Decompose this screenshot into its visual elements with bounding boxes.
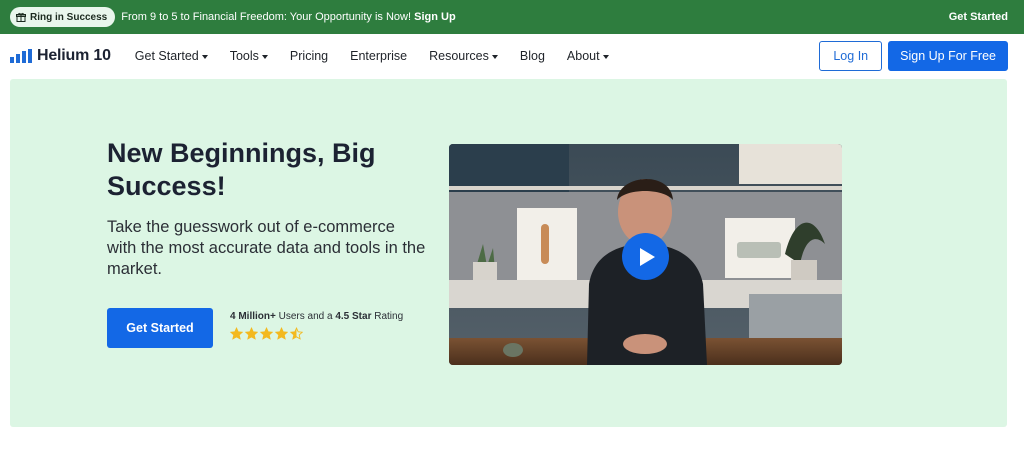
star-full-icon xyxy=(275,327,288,340)
rating-block: 4 Million+ Users and a 4.5 Star Rating xyxy=(230,311,403,340)
hero-section: New Beginnings, Big Success! Take the gu… xyxy=(10,79,1007,427)
nav-item-resources[interactable]: Resources xyxy=(429,49,498,63)
logo[interactable]: Helium 10 xyxy=(10,47,111,65)
star-rating xyxy=(230,327,403,340)
promo-bar: Ring in Success From 9 to 5 to Financial… xyxy=(0,0,1024,34)
rating-text: 4 Million+ Users and a 4.5 Star Rating xyxy=(230,311,404,322)
nav-item-enterprise[interactable]: Enterprise xyxy=(350,49,407,63)
star-full-icon xyxy=(230,327,243,340)
nav-item-blog[interactable]: Blog xyxy=(520,49,545,63)
logo-text: Helium 10 xyxy=(37,47,111,64)
hero-subtitle: Take the guesswork out of e-commerce wit… xyxy=(107,218,426,278)
nav-item-tools[interactable]: Tools xyxy=(230,49,268,63)
promo-text: From 9 to 5 to Financial Freedom: Your O… xyxy=(121,11,415,23)
main-nav: Helium 10 Get Started Tools Pricing Ente… xyxy=(0,34,1024,78)
logo-bars-icon xyxy=(10,49,32,63)
promo-badge-label: Ring in Success xyxy=(30,11,108,23)
play-icon xyxy=(640,247,655,266)
caret-down-icon xyxy=(261,54,268,59)
hero-title: New Beginnings, Big Success! xyxy=(107,138,376,201)
nav-item-pricing[interactable]: Pricing xyxy=(290,49,328,63)
video-thumbnail[interactable] xyxy=(449,144,842,365)
star-full-icon xyxy=(260,327,273,340)
nav-item-get-started[interactable]: Get Started xyxy=(135,49,208,63)
nav-menu: Get Started Tools Pricing Enterprise Res… xyxy=(135,49,609,63)
promo-get-started-link[interactable]: Get Started xyxy=(949,11,1008,23)
caret-down-icon xyxy=(201,54,208,59)
promo-message: From 9 to 5 to Financial Freedom: Your O… xyxy=(121,11,455,23)
nav-item-about[interactable]: About xyxy=(567,49,609,63)
promo-signup-link[interactable]: Sign Up xyxy=(414,11,456,23)
promo-badge: Ring in Success xyxy=(10,7,116,27)
nav-actions: Log In Sign Up For Free xyxy=(819,41,1008,71)
gift-icon xyxy=(16,12,26,22)
star-full-icon xyxy=(245,327,258,340)
caret-down-icon xyxy=(602,54,609,59)
caret-down-icon xyxy=(491,54,498,59)
star-half-icon xyxy=(290,327,303,340)
hero-get-started-button[interactable]: Get Started xyxy=(107,308,213,348)
signup-button[interactable]: Sign Up For Free xyxy=(888,41,1008,71)
video-play-button[interactable] xyxy=(622,233,669,280)
login-button[interactable]: Log In xyxy=(819,41,883,71)
